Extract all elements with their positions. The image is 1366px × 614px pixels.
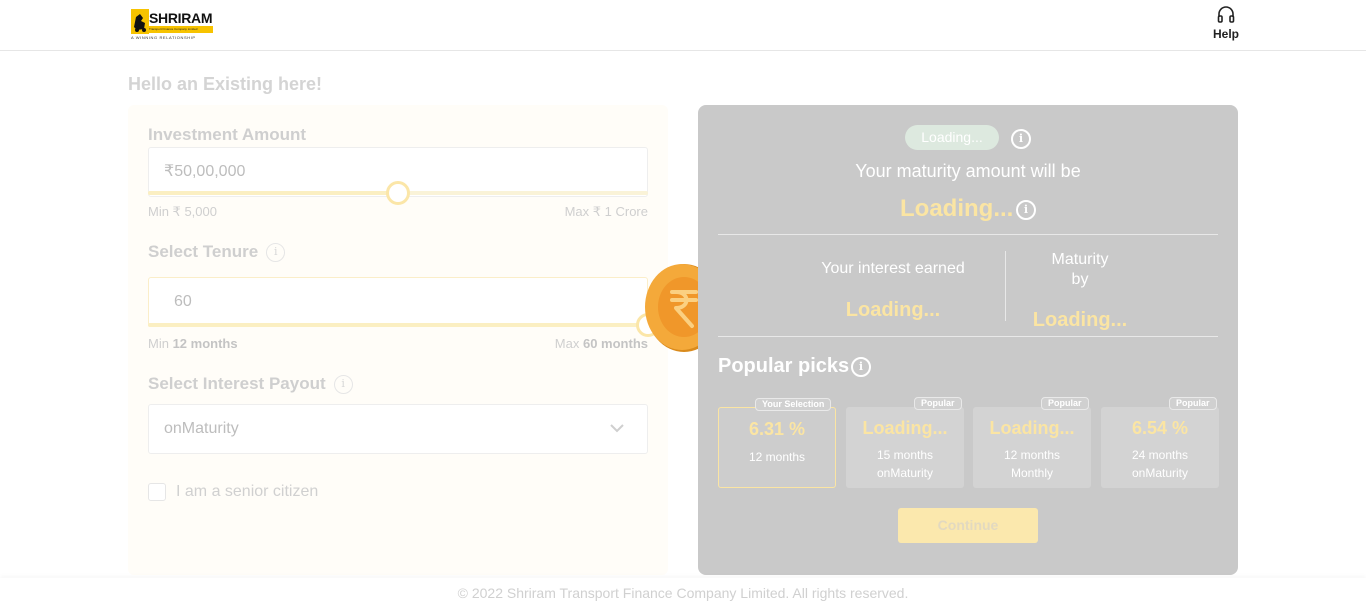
maturity-by-value: Loading... — [1032, 309, 1128, 331]
pick-rate: 6.31 % — [748, 419, 806, 439]
investment-max: Max ₹ 1 Crore — [564, 204, 648, 219]
tenure-label: Select Tenure i — [148, 242, 286, 263]
pick-payout: onMaturity — [876, 466, 934, 480]
maturity-amount-value: Loading... — [900, 195, 1014, 222]
pick-tenure: 24 months — [1131, 448, 1189, 462]
pick-tag: Popular — [1041, 397, 1089, 410]
pick-card[interactable]: Popular Loading... 15 months onMaturity — [846, 397, 964, 488]
pick-tenure: 15 months — [876, 448, 934, 462]
shriram-logo[interactable]: SHRIRAM Transport Finance Company Limite… — [131, 9, 215, 41]
headset-icon — [1217, 6, 1235, 23]
pick-rate: 6.54 % — [1131, 418, 1189, 438]
investment-slider-handle[interactable] — [386, 181, 410, 205]
rupee-symbol: ₹ — [164, 163, 175, 180]
tenure-input[interactable]: 60 — [148, 277, 648, 327]
pick-rate: Loading... — [862, 418, 948, 438]
logo-truck-icon — [131, 9, 149, 34]
payout-select[interactable]: onMaturity — [148, 404, 648, 454]
investment-form-panel: Investment Amount ₹50,00,000 Min ₹ 5,000… — [128, 105, 668, 575]
tenure-slider-fill — [148, 323, 648, 327]
popular-picks-title: Popular picks — [718, 355, 850, 377]
pick-tag: Popular — [914, 397, 962, 410]
popular-picks-info-icon[interactable]: i — [851, 357, 871, 377]
continue-button[interactable]: Continue — [898, 508, 1038, 543]
status-info-icon[interactable]: i — [1011, 129, 1031, 149]
greeting-heading: Hello an Existing here! — [128, 74, 323, 94]
logo-badge: SHRIRAM Transport Finance Company Limite… — [131, 9, 213, 34]
interest-earned-value: Loading... — [845, 299, 941, 321]
tenure-range: Min 12 months Max 60 months — [148, 336, 648, 351]
investment-amount-value: 50,00,000 — [174, 163, 246, 180]
pick-tenure: 12 months — [748, 450, 806, 464]
chevron-down-icon — [610, 424, 624, 433]
maturity-info-icon[interactable]: i — [1016, 200, 1036, 220]
tenure-info-icon[interactable]: i — [266, 243, 286, 263]
tenure-value: 60 — [174, 293, 192, 310]
pick-rate: Loading... — [989, 418, 1075, 438]
help-label: Help — [1212, 27, 1239, 41]
pick-payout: onMaturity — [1131, 466, 1189, 480]
maturity-summary-panel: Loading... i Your maturity amount will b… — [698, 105, 1238, 575]
payout-info-icon[interactable]: i — [333, 375, 353, 395]
pick-card[interactable]: Popular 6.54 % 24 months onMaturity — [1101, 397, 1219, 488]
investment-amount-slider[interactable] — [148, 181, 648, 205]
pick-card[interactable]: Your Selection 6.31 % 12 months — [718, 398, 836, 488]
tenure-min: Min 12 months — [148, 336, 238, 351]
interest-earned-label: Your interest earned — [821, 260, 965, 277]
tenure-slider[interactable] — [148, 313, 660, 337]
brand-name: SHRIRAM — [149, 10, 213, 26]
senior-citizen-option[interactable]: I am a senior citizen — [148, 483, 318, 501]
pick-tag: Your Selection — [755, 398, 832, 411]
pick-tenure: 12 months — [1003, 448, 1061, 462]
help-button[interactable]: Help — [1210, 5, 1242, 45]
status-pill: Loading... — [905, 125, 999, 150]
payout-selected-value: onMaturity — [164, 420, 239, 437]
footer-copyright: © 2022 Shriram Transport Finance Company… — [0, 578, 1366, 614]
investment-min: Min ₹ 5,000 — [148, 204, 217, 219]
payout-label: Select Interest Payout i — [148, 374, 353, 395]
brand-subline: Transport Finance Company Limited — [149, 26, 213, 33]
investment-amount-label: Investment Amount — [148, 125, 307, 144]
senior-citizen-label: I am a senior citizen — [176, 483, 319, 501]
pick-card[interactable]: Popular Loading... 12 months Monthly — [973, 397, 1091, 488]
maturity-amount-label: Your maturity amount will be — [855, 161, 1081, 181]
divider — [718, 336, 1218, 337]
tenure-max: Max 60 months — [554, 336, 648, 351]
investment-slider-fill — [148, 191, 398, 195]
senior-citizen-checkbox[interactable] — [148, 483, 166, 501]
pick-tag: Popular — [1169, 397, 1217, 410]
pick-payout: Monthly — [1010, 466, 1054, 480]
brand-tagline: A WINNING RELATIONSHIP — [131, 35, 196, 40]
top-header: SHRIRAM Transport Finance Company Limite… — [0, 0, 1366, 51]
maturity-by-label: Maturity by — [1051, 251, 1109, 288]
investment-range: Min ₹ 5,000 Max ₹ 1 Crore — [148, 204, 648, 220]
divider — [718, 234, 1218, 235]
vertical-divider — [1005, 251, 1006, 321]
